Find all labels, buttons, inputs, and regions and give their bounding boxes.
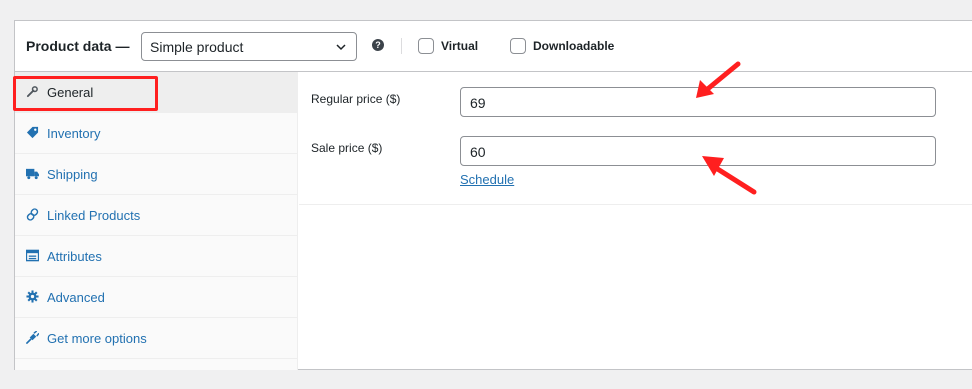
tab-label: Shipping (47, 167, 98, 182)
tab-label: Get more options (47, 331, 147, 346)
header-divider (401, 38, 402, 54)
tab-label: Linked Products (47, 208, 141, 223)
sale-price-value: 60 (470, 144, 486, 160)
product-data-header: Product data — Simple product ? Virtual … (15, 21, 972, 72)
help-icon[interactable]: ? (372, 39, 384, 51)
tab-linked-products[interactable]: Linked Products (15, 195, 298, 236)
tab-get-more-options[interactable]: Get more options (15, 318, 298, 359)
product-type-select[interactable]: Simple product (141, 32, 357, 61)
tab-label: Advanced (47, 290, 105, 305)
virtual-label[interactable]: Virtual (441, 39, 478, 53)
downloadable-checkbox[interactable] (510, 38, 526, 54)
truck-icon (26, 168, 39, 180)
product-type-value: Simple product (150, 39, 244, 55)
sale-price-arrow-icon (702, 156, 757, 195)
panel-title: Product data — (26, 38, 130, 54)
tab-label: Attributes (47, 249, 102, 264)
gear-icon (26, 290, 39, 303)
regular-price-value: 69 (470, 95, 486, 111)
tag-icon (26, 126, 39, 139)
tab-attributes[interactable]: Attributes (15, 236, 298, 277)
virtual-checkbox[interactable] (418, 38, 434, 54)
regular-price-label: Regular price ($) (311, 92, 401, 106)
tab-shipping[interactable]: Shipping (15, 154, 298, 195)
schedule-link[interactable]: Schedule (460, 172, 514, 187)
product-data-tabs: General Inventory Shipping Linked Produc… (15, 72, 298, 370)
link-icon (26, 208, 39, 221)
chevron-down-icon (336, 44, 346, 51)
tab-label: Inventory (47, 126, 101, 141)
regular-price-arrow-icon (696, 61, 741, 98)
list-icon (26, 249, 39, 262)
sale-price-label: Sale price ($) (311, 141, 383, 155)
downloadable-label[interactable]: Downloadable (533, 39, 614, 53)
plugin-icon (26, 331, 39, 344)
general-tab-highlight (13, 76, 158, 111)
general-tab-panel: Regular price ($) 69 Sale price ($) 60 S… (299, 72, 972, 205)
product-data-panel: Product data — Simple product ? Virtual … (14, 20, 972, 370)
tab-inventory[interactable]: Inventory (15, 113, 298, 154)
tab-advanced[interactable]: Advanced (15, 277, 298, 318)
